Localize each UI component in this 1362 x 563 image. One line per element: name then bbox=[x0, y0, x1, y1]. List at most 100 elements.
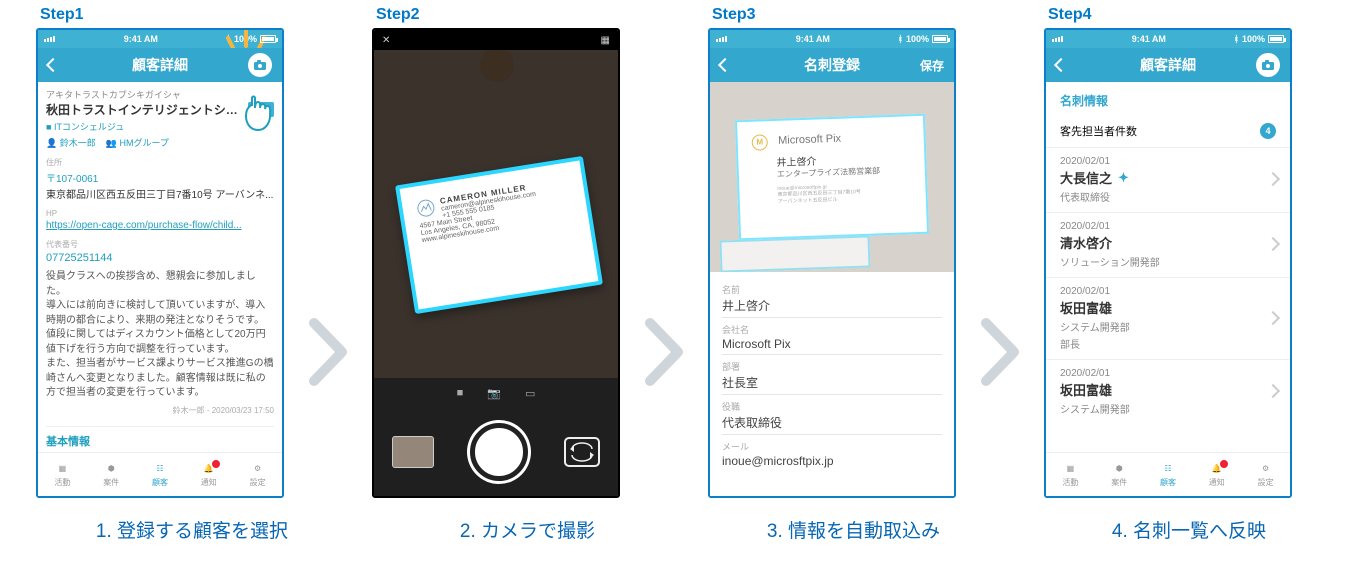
department-field[interactable]: 部署 社長室 bbox=[722, 355, 942, 395]
company-name: 秋田トラストインテリジェントシステ... bbox=[46, 101, 244, 118]
step1-navbar: 顧客詳細 bbox=[38, 48, 282, 82]
camera-button[interactable] bbox=[1256, 53, 1280, 77]
status-time: 9:41 AM bbox=[124, 34, 158, 44]
grid-icon[interactable]: ▦ bbox=[601, 35, 610, 46]
tab-notifications[interactable]: 🔔通知 bbox=[1208, 462, 1226, 488]
bluetooth-icon: ᚼ bbox=[898, 34, 903, 44]
customers-icon: ☷ bbox=[1159, 462, 1177, 476]
basic-info-section: 基本情報 bbox=[46, 426, 274, 449]
tab-deals[interactable]: ⬢案件 bbox=[1110, 462, 1128, 488]
tab-notifications[interactable]: 🔔通知 bbox=[200, 462, 218, 488]
star-icon: ✦ bbox=[1118, 170, 1129, 186]
hp-link[interactable]: https://open-cage.com/purchase-flow/chil… bbox=[46, 220, 274, 231]
gear-icon: ⚙ bbox=[249, 462, 267, 476]
tab-activity[interactable]: ▦活動 bbox=[1061, 462, 1079, 488]
customers-icon: ☷ bbox=[151, 462, 169, 476]
tap-hand-icon bbox=[238, 92, 278, 136]
close-icon[interactable]: ✕ bbox=[382, 35, 390, 46]
chevron-right-icon bbox=[308, 317, 348, 387]
contact-count-row[interactable]: 客先担当者件数 4 bbox=[1046, 115, 1290, 148]
tab-deals[interactable]: ⬢案件 bbox=[102, 462, 120, 488]
tab-bar: ▦活動 ⬢案件 ☷顧客 🔔通知 ⚙設定 bbox=[1046, 452, 1290, 496]
chevron-right-icon bbox=[644, 317, 684, 387]
pinecone-prop bbox=[480, 50, 514, 82]
title-field[interactable]: 役職 代表取締役 bbox=[722, 395, 942, 435]
contact-count-label: 客先担当者件数 bbox=[1060, 123, 1137, 139]
step2-column: Step2 ✕ ▦ CAMERON MILLER cameron@alpines… bbox=[372, 6, 620, 498]
deals-icon: ⬢ bbox=[1110, 462, 1128, 476]
camera-top-bar: ✕ ▦ bbox=[374, 30, 618, 50]
mode-video-icon[interactable]: ■ bbox=[457, 387, 464, 399]
camera-button[interactable] bbox=[248, 53, 272, 77]
status-bar: 9:41 AM ᚼ100% bbox=[710, 30, 954, 48]
back-button[interactable] bbox=[720, 60, 730, 70]
address-text: 東京都品川区西五反田三丁目7番10号 アーバンネ... bbox=[46, 186, 274, 201]
company-field[interactable]: 会社名 Microsoft Pix bbox=[722, 318, 942, 355]
scanned-card: M Microsoft Pix 井上啓介 エンタープライズ法務営業部 inoue… bbox=[735, 114, 929, 241]
step3-phone: 9:41 AM ᚼ100% 名刺登録 保存 M Microsoft Pix 井上… bbox=[708, 28, 956, 498]
chevron-right-icon bbox=[1268, 310, 1278, 328]
card-ghost bbox=[719, 235, 870, 272]
status-bar: 9:41 AM ᚼ100% bbox=[1046, 30, 1290, 48]
contact-count-badge: 4 bbox=[1260, 123, 1276, 139]
tab-activity[interactable]: ▦活動 bbox=[53, 462, 71, 488]
chevron-right-icon bbox=[1268, 171, 1278, 189]
mode-photo-icon[interactable]: 📷 bbox=[487, 387, 501, 400]
activity-note: 役員クラスへの挨拶含め、懇親会に参加しました。 導入には前向きに検討して頂いてい… bbox=[46, 270, 274, 401]
camera-icon bbox=[253, 60, 267, 71]
bell-icon: 🔔 bbox=[200, 462, 218, 476]
back-button[interactable] bbox=[48, 60, 58, 70]
list-item[interactable]: 2020/02/01 清水啓介 ソリューション開発部 bbox=[1046, 213, 1290, 278]
list-item[interactable]: 2020/02/01 坂田富雄 システム開発部 部長 bbox=[1046, 278, 1290, 360]
signal-icon bbox=[716, 34, 728, 44]
flip-camera-button[interactable] bbox=[564, 437, 600, 467]
card-company: Microsoft Pix bbox=[778, 133, 841, 147]
step4-navbar: 顧客詳細 bbox=[1046, 48, 1290, 82]
steps-row: Step1 9:41 AM ᚼ 100% 顧客詳細 bbox=[0, 0, 1362, 498]
step3-body: M Microsoft Pix 井上啓介 エンタープライズ法務営業部 inoue… bbox=[710, 82, 954, 496]
deals-icon: ⬢ bbox=[102, 462, 120, 476]
email-field[interactable]: メール inoue@microsftpix.jp bbox=[722, 435, 942, 471]
step3-navbar: 名刺登録 保存 bbox=[710, 48, 954, 82]
activity-icon: ▦ bbox=[1061, 462, 1079, 476]
zip-code: 〒107-0061 bbox=[46, 170, 274, 185]
signal-icon bbox=[44, 34, 56, 44]
note-signature: 鈴木一郎 - 2020/03/23 17:50 bbox=[46, 405, 274, 416]
status-time: 9:41 AM bbox=[796, 34, 830, 44]
camera-mode-row: ■ 📷 ▭ bbox=[374, 378, 618, 408]
tab-settings[interactable]: ⚙設定 bbox=[1257, 462, 1275, 488]
hp-label: HP bbox=[46, 209, 274, 218]
step1-nav-title: 顧客詳細 bbox=[38, 55, 282, 75]
tab-settings[interactable]: ⚙設定 bbox=[249, 462, 267, 488]
step1-body: アキタトラストカブシキガイシャ 秋田トラストインテリジェントシステ... 見込 … bbox=[38, 82, 282, 452]
bluetooth-icon: ᚼ bbox=[1234, 34, 1239, 44]
mode-card-icon[interactable]: ▭ bbox=[525, 387, 535, 400]
tel-label: 代表番号 bbox=[46, 239, 274, 250]
tab-customers[interactable]: ☷顧客 bbox=[1159, 462, 1177, 488]
caption-1: 1. 登録する顧客を選択 bbox=[96, 516, 288, 543]
step2-phone: ✕ ▦ CAMERON MILLER cameron@alpineskihous… bbox=[372, 28, 620, 498]
list-item[interactable]: 2020/02/01 大長信之✦ 代表取締役 bbox=[1046, 148, 1290, 213]
card-form: 名前 井上啓介 会社名 Microsoft Pix 部署 社長室 役職 代表取締… bbox=[710, 272, 954, 496]
group-chip[interactable]: 👥 HMグループ bbox=[106, 136, 169, 149]
tel-number[interactable]: 07725251144 bbox=[46, 252, 274, 264]
step1-phone: 9:41 AM ᚼ 100% 顧客詳細 bbox=[36, 28, 284, 498]
camera-icon bbox=[1261, 60, 1275, 71]
chevron-right-icon bbox=[1268, 236, 1278, 254]
list-item[interactable]: 2020/02/01 坂田富雄 システム開発部 bbox=[1046, 360, 1290, 424]
gallery-thumbnail[interactable] bbox=[392, 436, 434, 468]
status-time: 9:41 AM bbox=[1132, 34, 1166, 44]
shutter-button[interactable] bbox=[470, 423, 528, 481]
caption-3: 3. 情報を自動取込み bbox=[767, 516, 940, 543]
card-preview: M Microsoft Pix 井上啓介 エンタープライズ法務営業部 inoue… bbox=[710, 82, 954, 272]
caption-4: 4. 名刺一覧へ反映 bbox=[1112, 516, 1266, 543]
name-field[interactable]: 名前 井上啓介 bbox=[722, 278, 942, 318]
person-chip[interactable]: 👤 鈴木一郎 bbox=[46, 136, 96, 149]
arrow-2 bbox=[620, 206, 708, 498]
arrow-1 bbox=[284, 206, 372, 498]
save-button[interactable]: 保存 bbox=[920, 57, 944, 74]
step1-column: Step1 9:41 AM ᚼ 100% 顧客詳細 bbox=[36, 6, 284, 498]
tab-customers[interactable]: ☷顧客 bbox=[151, 462, 169, 488]
back-button[interactable] bbox=[1056, 60, 1066, 70]
captions-row: 1. 登録する顧客を選択 2. カメラで撮影 3. 情報を自動取込み 4. 名刺… bbox=[0, 498, 1362, 543]
